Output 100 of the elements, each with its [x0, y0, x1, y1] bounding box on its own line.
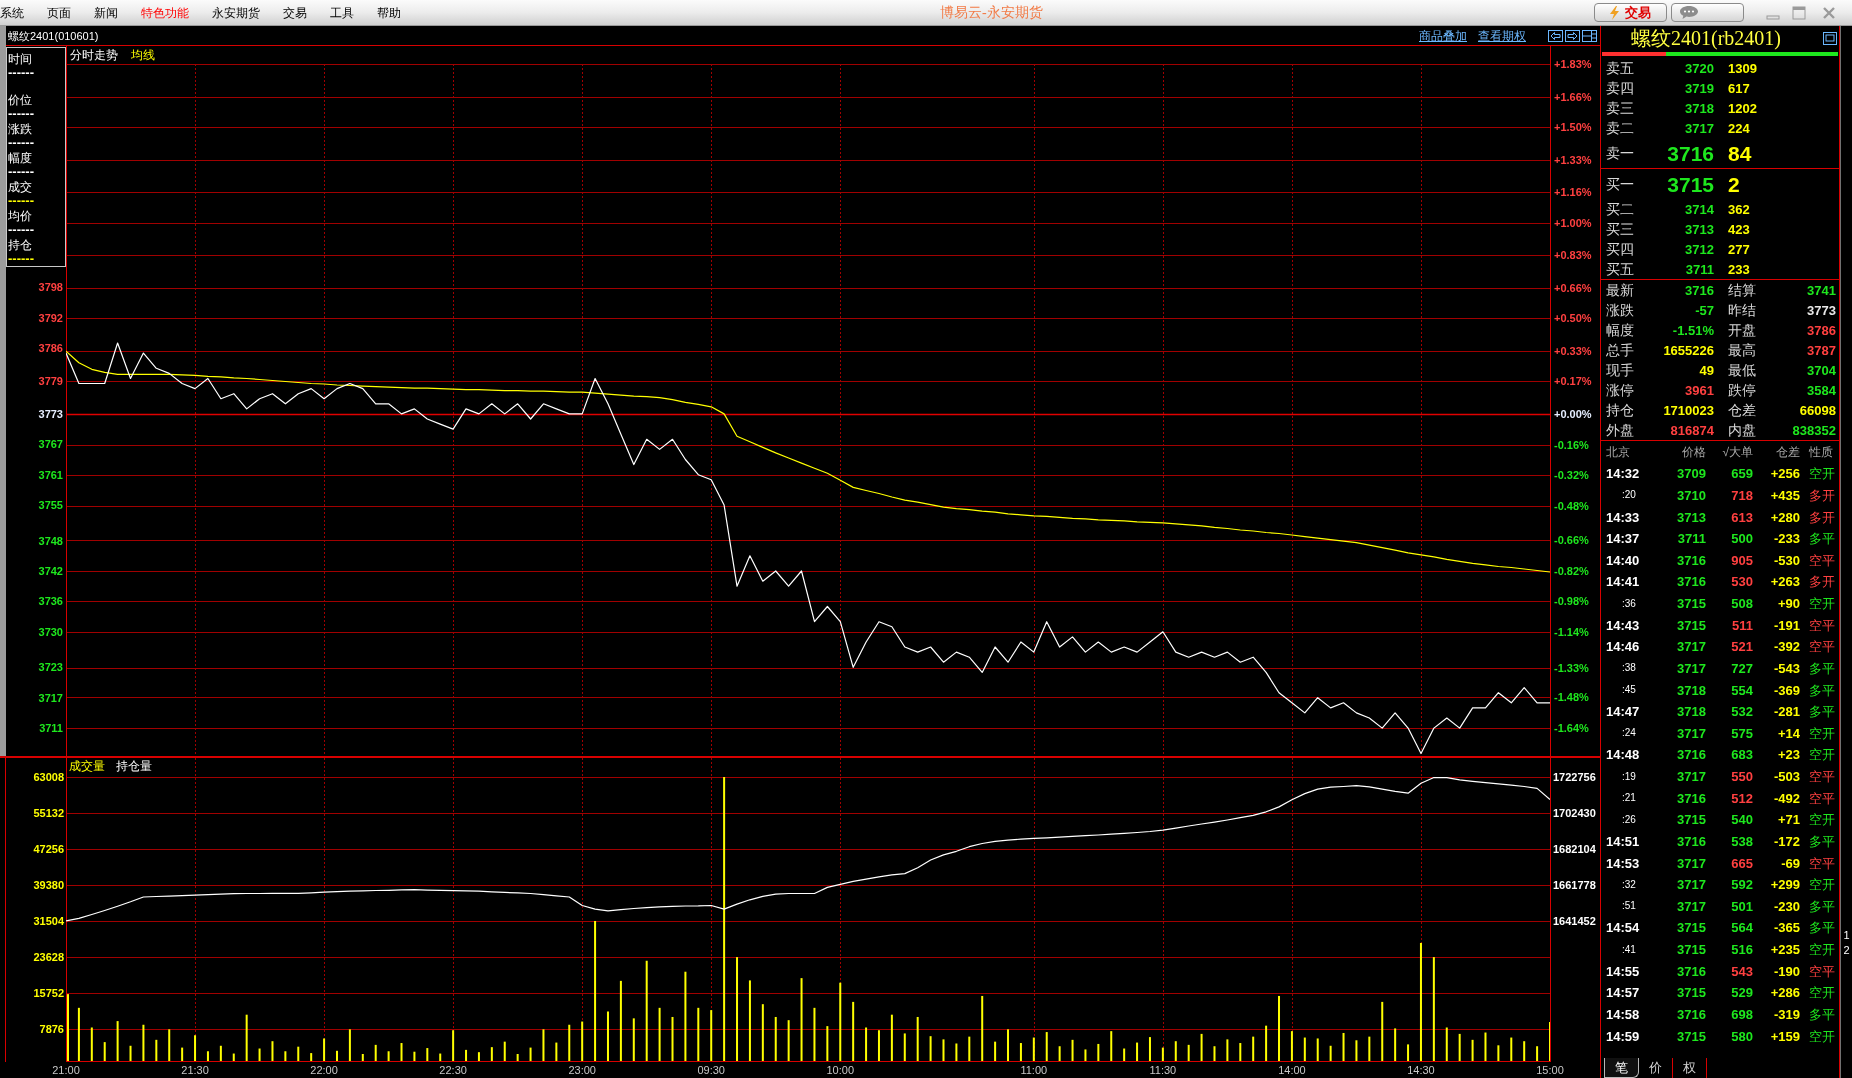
info-label: 幅度 [8, 151, 32, 165]
stat-value: 816874 [1669, 423, 1714, 437]
percent-axis-label: -1.14% [1554, 624, 1589, 639]
panel-link[interactable]: 查看期权 [1478, 28, 1526, 43]
trade-volume: 532 [1730, 705, 1753, 719]
order-price: 3713 [1684, 222, 1714, 236]
trade-time: 14:47 [1606, 705, 1640, 719]
legend-label: 成交量 [69, 759, 105, 773]
order-volume: 2 [1728, 173, 1740, 195]
menu-item[interactable]: 永安期货 [212, 4, 260, 21]
menu-item[interactable]: 新闻 [94, 4, 118, 21]
left-arrow-icon[interactable] [1548, 29, 1563, 42]
trade-time: :19 [1621, 771, 1636, 782]
stat-label: 仓差 [1728, 402, 1757, 418]
panel-tab[interactable]: 价 [1639, 1058, 1673, 1078]
open-interest-change: -492 [1772, 791, 1800, 805]
price-axis-label: 3730 [38, 624, 63, 639]
trade-volume: 683 [1730, 748, 1753, 762]
lightning-icon [1610, 5, 1619, 20]
percent-axis-label: -0.16% [1554, 437, 1589, 452]
percent-axis-label: -1.33% [1554, 661, 1589, 676]
stat-label: 昨结 [1728, 302, 1757, 318]
info-value: ------ [8, 223, 34, 237]
price-axis-label: 3723 [38, 660, 63, 675]
time-axis-label: 11:00 [1020, 1064, 1048, 1077]
trade-volume: 512 [1730, 791, 1753, 805]
window-icon[interactable] [1823, 31, 1837, 45]
trade-button[interactable]: 交易 [1594, 3, 1667, 22]
right-arrow-icon[interactable] [1565, 29, 1580, 42]
trade-type: 空开 [1809, 1028, 1835, 1044]
panel-tab[interactable]: 权 [1673, 1058, 1707, 1078]
trade-volume: 521 [1730, 640, 1753, 654]
percent-axis-label: +0.17% [1554, 374, 1592, 389]
info-label: 均价 [8, 209, 32, 223]
trade-time: 14:55 [1606, 964, 1640, 978]
percent-axis-label: +1.50% [1554, 120, 1592, 135]
open-interest-change: -172 [1772, 834, 1800, 848]
order-level-label: 卖四 [1606, 80, 1635, 96]
trade-volume: 698 [1730, 1007, 1753, 1021]
trade-time: 14:53 [1606, 856, 1640, 870]
trade-price: 3716 [1676, 748, 1706, 762]
order-level-label: 买一 [1606, 176, 1635, 192]
order-volume: 84 [1728, 142, 1752, 164]
open-interest-change: -530 [1772, 553, 1800, 567]
trade-volume: 516 [1730, 943, 1753, 957]
order-price: 3714 [1684, 202, 1714, 216]
chat-button[interactable] [1671, 3, 1744, 22]
percent-axis-label: +0.00% [1554, 406, 1592, 421]
menu-item[interactable]: 页面 [47, 4, 71, 21]
column-header: 仓差 [1775, 445, 1800, 459]
legend-label: 均线 [131, 48, 155, 62]
time-axis-label: 14:00 [1278, 1064, 1306, 1077]
menu-item[interactable]: 工具 [330, 4, 354, 21]
trade-type: 空平 [1809, 617, 1835, 633]
column-header: √大单 [1721, 445, 1753, 459]
trade-time: 14:32 [1606, 467, 1640, 481]
trade-price: 3713 [1676, 510, 1706, 524]
trade-price: 3718 [1676, 683, 1706, 697]
trade-price: 3717 [1676, 770, 1706, 784]
order-level-label: 买五 [1606, 261, 1635, 277]
trade-type: 空平 [1809, 963, 1835, 979]
trade-volume: 905 [1730, 553, 1753, 567]
panel-tab[interactable]: 笔 [1604, 1058, 1639, 1078]
trade-volume: 540 [1730, 813, 1753, 827]
trade-time: 14:48 [1606, 748, 1640, 762]
menu-item[interactable]: 交易 [283, 4, 307, 21]
info-label: 价位 [8, 93, 32, 107]
order-volume: 233 [1728, 262, 1750, 276]
stat-label: 最新 [1606, 282, 1635, 298]
open-interest-change: -319 [1772, 1007, 1800, 1021]
trade-volume: 592 [1730, 878, 1753, 892]
open-interest-change: +159 [1769, 1029, 1800, 1043]
trade-type: 空平 [1809, 639, 1835, 655]
order-price: 3715 [1666, 173, 1714, 195]
trade-type: 多平 [1809, 833, 1835, 849]
percent-axis-label: -1.64% [1554, 720, 1589, 735]
order-price: 3718 [1684, 101, 1714, 115]
trade-type: 多开 [1809, 487, 1835, 503]
menu-item[interactable]: 帮助 [377, 4, 401, 21]
trade-time: :32 [1621, 879, 1636, 890]
maximize-icon[interactable] [1792, 5, 1806, 20]
close-icon[interactable] [1822, 5, 1836, 20]
edge-label: 2 [1843, 943, 1850, 958]
trade-type: 多平 [1809, 898, 1835, 914]
trade-price: 3716 [1676, 553, 1706, 567]
split-view-icon[interactable] [1582, 29, 1597, 42]
trade-volume: 554 [1730, 683, 1753, 697]
stat-value: 66098 [1798, 403, 1836, 417]
edge-label: 1 [1843, 928, 1850, 943]
trade-volume: 659 [1730, 467, 1753, 481]
menu-item[interactable]: 系统 [0, 4, 24, 21]
stat-label: 最低 [1728, 362, 1757, 378]
trade-price: 3716 [1676, 1007, 1706, 1021]
trade-time: :24 [1621, 728, 1636, 739]
time-axis-label: 14:30 [1407, 1064, 1435, 1077]
trade-price: 3718 [1676, 705, 1706, 719]
stat-label: 现手 [1606, 362, 1635, 378]
panel-link[interactable]: 商品叠加 [1419, 28, 1467, 43]
order-price: 3716 [1666, 142, 1714, 164]
time-axis-label: 10:00 [826, 1064, 854, 1077]
